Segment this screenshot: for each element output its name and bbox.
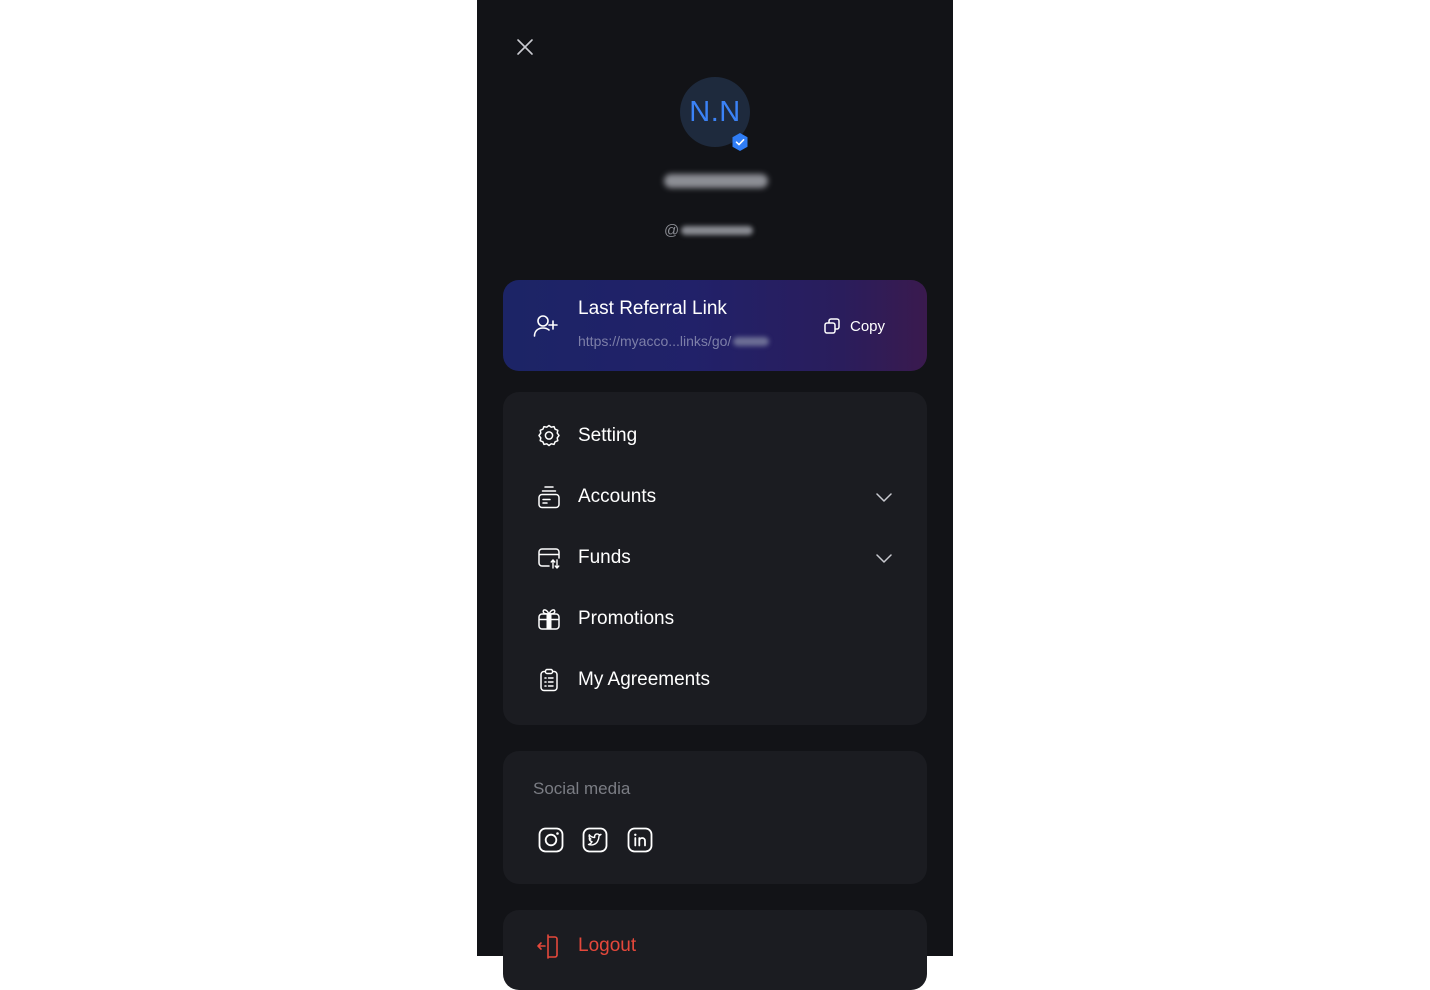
- copy-icon: [824, 318, 840, 334]
- logout-button[interactable]: Logout: [536, 933, 636, 959]
- instagram-icon: [538, 827, 564, 853]
- logout-door-icon: [537, 934, 558, 959]
- referral-title: Last Referral Link: [578, 298, 727, 319]
- menu-item-accounts[interactable]: Accounts: [503, 472, 927, 522]
- copy-button[interactable]: Copy: [822, 314, 885, 338]
- accounts-stack-icon: [538, 486, 560, 509]
- clipboard-icon: [540, 668, 558, 692]
- avatar-initials: N.N: [689, 95, 741, 128]
- menu-item-setting[interactable]: Setting: [503, 411, 927, 461]
- menu-item-funds[interactable]: Funds: [503, 533, 927, 583]
- logout-label: Logout: [578, 935, 637, 956]
- twitter-icon: [582, 827, 608, 853]
- chevron-down-icon: [876, 554, 892, 563]
- gear-icon: [538, 424, 560, 447]
- handle-redacted: [681, 225, 754, 235]
- verified-badge-icon: [732, 133, 748, 151]
- instagram-link[interactable]: [537, 826, 565, 854]
- menu-item-my-agreements[interactable]: My Agreements: [503, 655, 927, 705]
- menu-item-label: Funds: [578, 547, 631, 568]
- close-icon: [517, 39, 533, 55]
- social-media-title: Social media: [533, 779, 631, 798]
- menu-item-label: My Agreements: [578, 669, 710, 690]
- user-handle: @: [664, 221, 754, 239]
- user-name-redacted: [664, 174, 768, 188]
- linkedin-icon: [627, 827, 653, 853]
- card-transfer-icon: [538, 548, 560, 569]
- social-media-card: [503, 751, 927, 884]
- linkedin-link[interactable]: [626, 826, 654, 854]
- referral-link-text: https://myacco...links/go/: [578, 333, 732, 349]
- chevron-down-icon: [876, 493, 892, 502]
- gift-icon: [538, 609, 560, 630]
- menu-item-label: Accounts: [578, 486, 657, 507]
- handle-at-sign: @: [664, 221, 680, 239]
- menu-item-promotions[interactable]: Promotions: [503, 594, 927, 644]
- add-user-icon: [533, 315, 558, 337]
- referral-link-redacted: [733, 336, 770, 346]
- close-button[interactable]: [512, 34, 538, 60]
- twitter-link[interactable]: [581, 826, 609, 854]
- copy-label: Copy: [850, 317, 886, 335]
- referral-link: https://myacco...links/go/: [578, 333, 770, 349]
- menu-item-label: Promotions: [578, 608, 675, 629]
- menu-item-label: Setting: [578, 425, 638, 446]
